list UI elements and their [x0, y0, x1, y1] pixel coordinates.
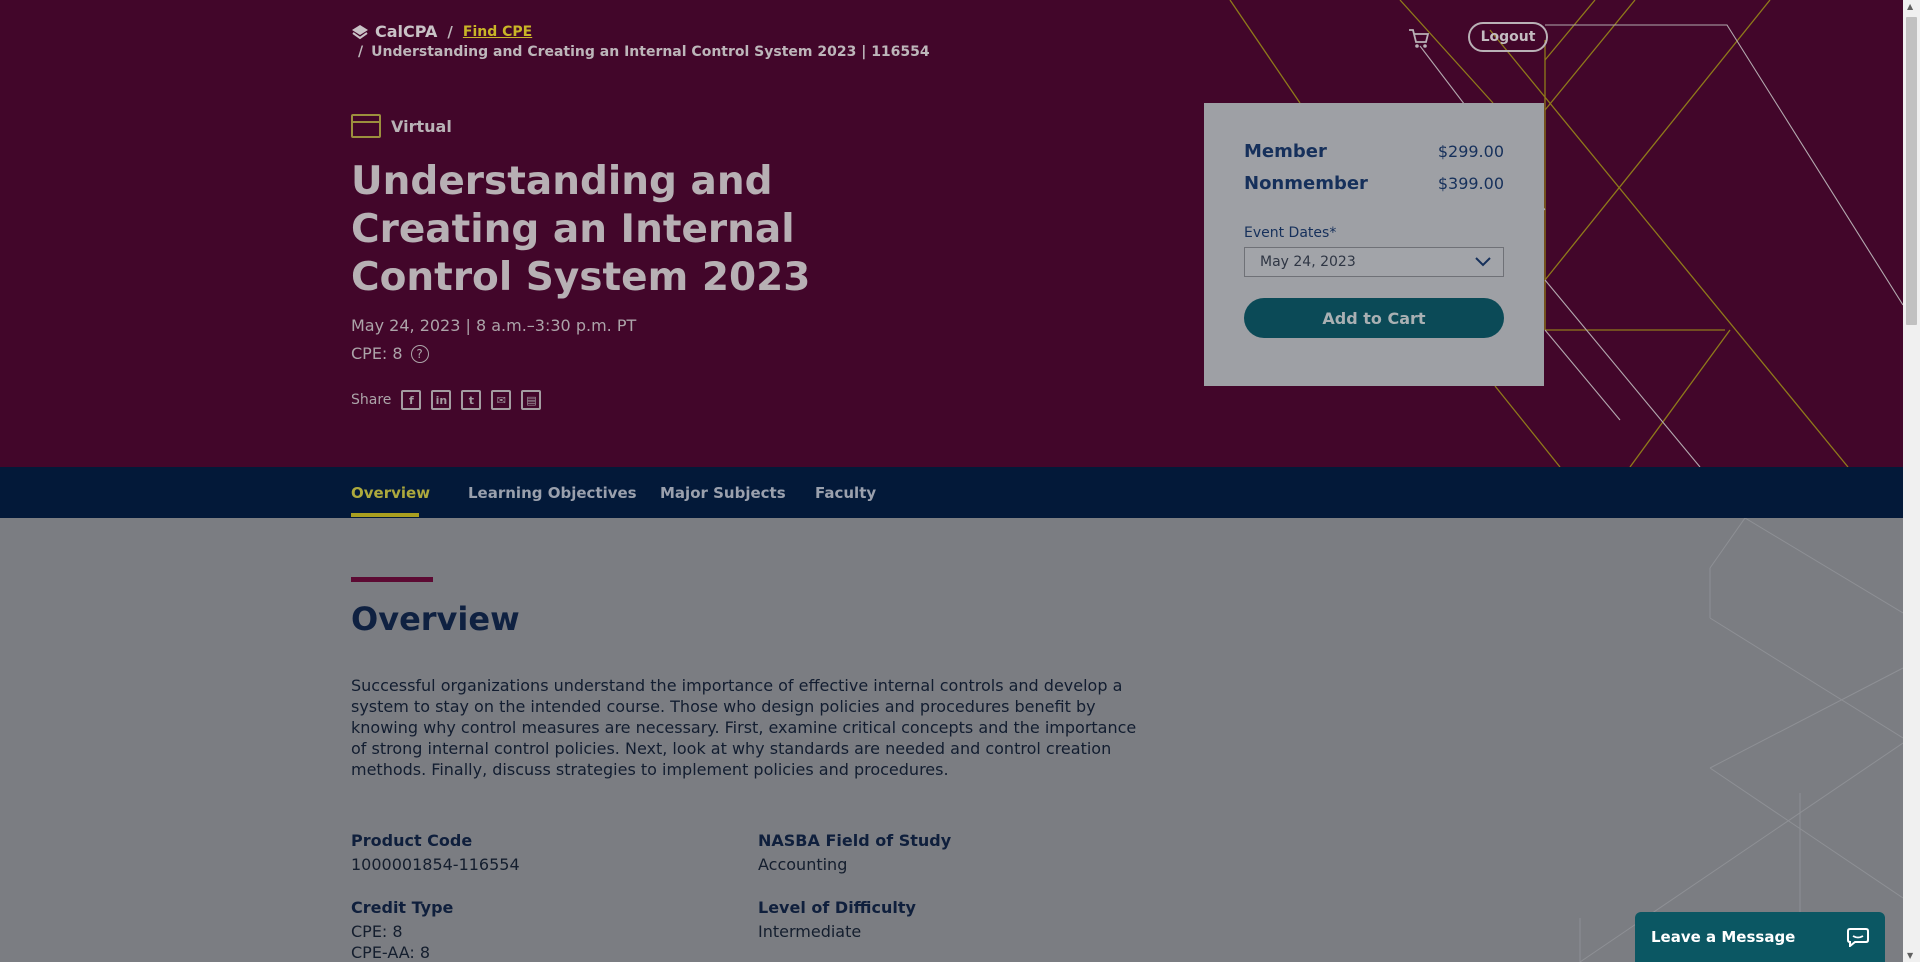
scrollbar-thumb[interactable] — [1906, 17, 1917, 325]
member-price-row: Member $299.00 — [1244, 141, 1504, 173]
help-icon[interactable]: ? — [410, 344, 429, 363]
tab-faculty[interactable]: Faculty — [815, 484, 876, 502]
section-accent-bar — [351, 577, 433, 582]
brand-name: CalCPA — [375, 22, 438, 41]
member-price: $299.00 — [1437, 142, 1504, 161]
page: CalCPA / Find CPE / Understanding and Cr… — [0, 0, 1903, 962]
pricing-card: Member $299.00 Nonmember $399.00 Event D… — [1204, 103, 1544, 386]
fact-label: Level of Difficulty — [758, 898, 916, 917]
cpe-credits: CPE: 8 — [351, 344, 403, 363]
browser-window-icon — [351, 114, 381, 138]
format-label: Virtual — [391, 116, 452, 136]
overview-heading: Overview — [351, 600, 520, 638]
fact-credit-type: Credit Type CPE: 8 CPE-AA: 8 — [351, 898, 731, 962]
cart-button[interactable] — [1406, 26, 1432, 50]
decorative-lines — [1229, 0, 1903, 467]
fact-value: CPE-AA: 8 — [351, 943, 431, 962]
breadcrumb-find-cpe-link[interactable]: Find CPE — [463, 24, 532, 40]
breadcrumb-separator: / — [358, 44, 364, 60]
course-date-time: May 24, 2023 | 8 a.m.–3:30 p.m. PT — [351, 316, 637, 335]
fact-label: Product Code — [351, 831, 473, 850]
chevron-down-icon — [1475, 257, 1491, 267]
course-hero: CalCPA / Find CPE / Understanding and Cr… — [0, 0, 1903, 467]
twitter-icon[interactable]: t — [461, 390, 482, 410]
leave-message-button[interactable]: Leave a Message — [1635, 912, 1885, 962]
fact-value: Accounting — [758, 855, 848, 874]
calcpa-logo[interactable]: CalCPA — [351, 22, 437, 41]
fact-nasba-field: NASBA Field of Study Accounting — [758, 831, 1138, 875]
nonmember-price-row: Nonmember $399.00 — [1244, 173, 1504, 205]
scroll-up-arrow-icon[interactable]: ▲ — [1907, 2, 1913, 11]
share-bar: Share f in t ✉ ▤ — [351, 390, 542, 410]
nonmember-price: $399.00 — [1437, 174, 1504, 193]
linkedin-icon[interactable]: in — [431, 390, 452, 410]
calendar-icon[interactable]: ▤ — [521, 390, 542, 410]
event-dates-label: Event Dates* — [1244, 225, 1337, 241]
add-to-cart-button[interactable]: Add to Cart — [1244, 298, 1504, 338]
course-cpe: CPE: 8 ? — [351, 344, 429, 363]
tab-overview[interactable]: Overview — [351, 484, 430, 502]
fact-value: CPE: 8 — [351, 922, 403, 941]
page-scrollbar[interactable]: ▲ ▼ — [1903, 0, 1920, 962]
fact-value: 1000001854-116554 — [351, 855, 520, 874]
breadcrumb: CalCPA / Find CPE / Understanding and Cr… — [351, 22, 930, 60]
share-label: Share — [351, 392, 392, 408]
nonmember-label: Nonmember — [1244, 173, 1368, 194]
section-tabs: Overview Learning Objectives Major Subje… — [0, 467, 1903, 518]
scroll-down-arrow-icon[interactable]: ▼ — [1907, 951, 1913, 960]
chat-label: Leave a Message — [1651, 928, 1796, 946]
member-label: Member — [1244, 141, 1327, 162]
calcpa-logo-icon — [352, 24, 368, 39]
fact-product-code: Product Code 1000001854-116554 — [351, 831, 731, 875]
breadcrumb-current: Understanding and Creating an Internal C… — [371, 44, 930, 60]
fact-value: Intermediate — [758, 922, 862, 941]
course-format: Virtual — [351, 114, 452, 138]
active-tab-indicator — [351, 513, 419, 517]
overview-description: Successful organizations understand the … — [351, 676, 1137, 779]
cart-icon — [1409, 29, 1430, 48]
fact-label: NASBA Field of Study — [758, 831, 952, 850]
fact-label: Credit Type — [351, 898, 454, 917]
breadcrumb-separator: / — [447, 22, 453, 41]
logout-button[interactable]: Logout — [1468, 22, 1548, 52]
course-title: Understanding and Creating an Internal C… — [351, 159, 811, 300]
event-dates-select[interactable]: May 24, 2023 — [1244, 247, 1504, 277]
chat-bubble-icon — [1847, 928, 1869, 947]
tab-learning-objectives[interactable]: Learning Objectives — [468, 484, 637, 502]
tab-major-subjects[interactable]: Major Subjects — [660, 484, 786, 502]
fact-level-of-difficulty: Level of Difficulty Intermediate — [758, 898, 1138, 942]
email-icon[interactable]: ✉ — [491, 390, 512, 410]
event-date-selected: May 24, 2023 — [1260, 254, 1356, 270]
overview-section: Overview Successful organizations unders… — [0, 518, 1903, 962]
facebook-icon[interactable]: f — [401, 390, 422, 410]
